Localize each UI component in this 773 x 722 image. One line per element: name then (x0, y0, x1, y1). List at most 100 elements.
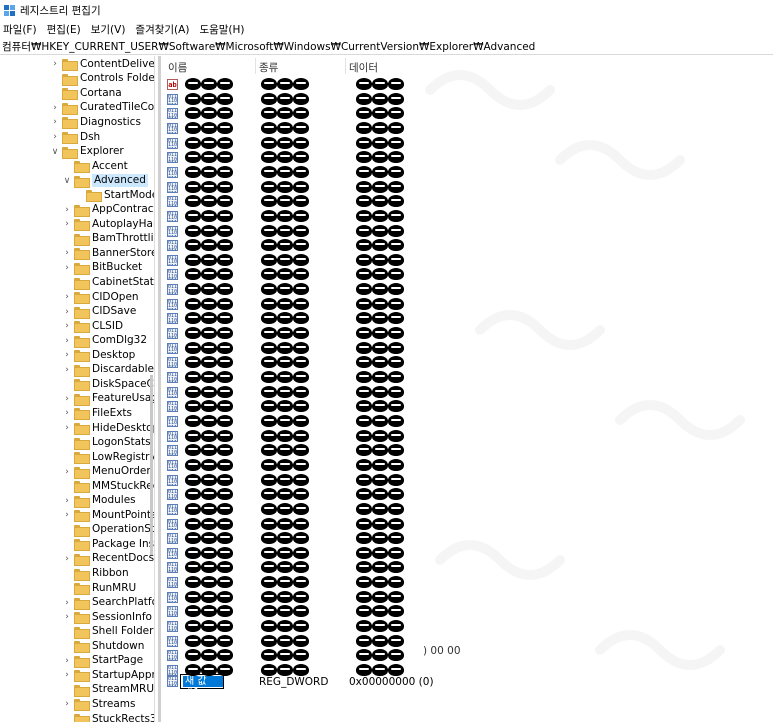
column-divider[interactable] (255, 58, 256, 74)
chevron-right-icon[interactable]: › (62, 612, 72, 622)
chevron-right-icon[interactable]: › (62, 554, 72, 564)
chevron-right-icon[interactable]: › (62, 205, 72, 215)
table-row[interactable]: 011110011 (163, 444, 463, 458)
table-row[interactable]: 011110011 (163, 664, 463, 678)
chevron-right-icon[interactable]: › (50, 132, 60, 142)
tree-item[interactable]: › Streams (62, 697, 135, 712)
table-row[interactable]: 011110011 (163, 165, 463, 180)
table-row[interactable]: 011110011 (163, 92, 463, 107)
table-row[interactable]: 011110011 (163, 224, 463, 239)
chevron-right-icon[interactable]: › (62, 467, 72, 477)
table-row[interactable]: 011110011 (163, 488, 463, 502)
tree-item[interactable]: Controls Folder ( (50, 72, 154, 87)
tree-item[interactable]: › MountPoints2 (62, 508, 154, 523)
table-row[interactable]: 011110011 (163, 385, 463, 400)
menu-view[interactable]: 보기(V) (91, 22, 126, 37)
chevron-right-icon[interactable]: › (62, 219, 72, 229)
tree-item[interactable]: Cortana (50, 86, 122, 101)
table-row[interactable]: 011110011 (163, 561, 463, 575)
table-row[interactable]: 011110011 (163, 532, 463, 546)
table-row[interactable]: 011110011 (163, 239, 463, 253)
tree-item[interactable]: › RecentDocs (62, 552, 154, 567)
table-row[interactable]: 011110011 (163, 458, 463, 473)
chevron-right-icon[interactable]: › (62, 248, 72, 258)
tree-item[interactable]: › CIDOpen (62, 290, 139, 305)
tree-item[interactable]: › SearchPlatforr (62, 595, 154, 610)
table-row[interactable]: 011110011 (163, 341, 463, 356)
tree-item[interactable]: LowRegistry (62, 450, 154, 465)
table-row[interactable]: ab (163, 78, 463, 92)
key-tree[interactable]: › ContentDeliveryM Controls Folder (Cortan… (0, 56, 155, 722)
tree-item[interactable]: DiskSpaceChe (62, 377, 154, 392)
chevron-right-icon[interactable]: › (62, 408, 72, 418)
table-row[interactable]: 011110011 (163, 297, 463, 312)
chevron-right-icon[interactable]: › (62, 496, 72, 506)
tree-item[interactable]: StartMode (74, 188, 154, 203)
menu-help[interactable]: 도움말(H) (199, 22, 244, 37)
menu-file[interactable]: 파일(F) (3, 22, 37, 37)
table-row[interactable]: 011110011 (163, 576, 463, 590)
chevron-down-icon[interactable]: ∨ (62, 176, 72, 186)
tree-item[interactable]: RunMRU (62, 581, 136, 596)
chevron-right-icon[interactable]: › (50, 103, 60, 113)
tree-item[interactable]: › FileExts (62, 406, 132, 421)
chevron-right-icon[interactable]: › (62, 423, 72, 433)
tree-item[interactable]: › Desktop (62, 348, 135, 363)
tree-item[interactable]: BamThrottling (62, 232, 154, 247)
table-row[interactable]: 011110011 (163, 209, 463, 224)
tree-item[interactable]: › SessionInfo (62, 610, 152, 625)
tree-item[interactable]: Shell Folders (62, 624, 154, 639)
table-row[interactable]: 011110011 (163, 283, 463, 297)
tree-item[interactable]: › CLSID (62, 319, 123, 334)
value-list[interactable]: 이름 종류 데이터 ) 00 00 011110011 새 값 #1 REG_D… (163, 56, 773, 722)
table-row[interactable]: 011110011 (163, 502, 463, 517)
chevron-right-icon[interactable]: › (62, 336, 72, 346)
tree-item[interactable]: › BitBucket (62, 261, 142, 276)
table-row[interactable]: 011110011 (163, 429, 463, 444)
chevron-right-icon[interactable]: › (62, 394, 72, 404)
tree-item[interactable]: Shutdown (62, 639, 144, 654)
tree-item[interactable]: StreamMRU (62, 683, 154, 698)
table-row[interactable]: 011110011 (163, 590, 463, 605)
tree-item[interactable]: › StartupAppro (62, 668, 154, 683)
tree-item[interactable]: LogonStats (62, 435, 151, 450)
column-header-type[interactable]: 종류 (259, 60, 278, 75)
table-row[interactable]: 011110011 (163, 312, 463, 326)
column-divider[interactable] (345, 58, 346, 74)
table-row[interactable]: 011110011 (163, 107, 463, 121)
address-bar[interactable]: 컴퓨터₩HKEY_CURRENT_USER₩Software₩Microsoft… (0, 38, 773, 55)
tree-item[interactable]: › FeatureUsage (62, 392, 154, 407)
chevron-right-icon[interactable]: › (50, 117, 60, 127)
tree-item[interactable]: › HideDesktopI (62, 421, 154, 436)
chevron-right-icon[interactable]: › (62, 699, 72, 709)
tree-item[interactable]: › Diagnostics (50, 115, 141, 130)
table-row[interactable]: 011110011 (163, 327, 463, 341)
tree-item[interactable]: › Modules (62, 494, 136, 509)
table-row[interactable]: 011110011 (163, 400, 463, 414)
chevron-right-icon[interactable]: › (50, 59, 60, 69)
pane-splitter[interactable] (158, 56, 161, 722)
table-row[interactable]: 011110011 (163, 136, 463, 151)
table-row[interactable]: 011110011 (163, 253, 463, 268)
table-row[interactable]: 011110011 (163, 620, 463, 634)
chevron-down-icon[interactable]: ∨ (50, 147, 60, 157)
tree-item[interactable]: › StartPage (62, 654, 143, 669)
tree-item[interactable]: › Discardable (62, 363, 154, 378)
column-header-data[interactable]: 데이터 (349, 60, 378, 75)
tree-scrollbar-thumb[interactable] (150, 375, 153, 555)
chevron-right-icon[interactable]: › (62, 263, 72, 273)
tree-item[interactable]: › Dsh (50, 130, 100, 145)
tree-item[interactable]: ∨ Explorer (50, 144, 124, 159)
tree-item[interactable]: OperationStat (62, 523, 154, 538)
table-row[interactable]: 011110011 (163, 649, 463, 663)
tree-item[interactable]: Ribbon (62, 566, 129, 581)
chevron-right-icon[interactable]: › (62, 350, 72, 360)
chevron-right-icon[interactable]: › (62, 598, 72, 608)
table-row[interactable]: 011110011 (163, 151, 463, 165)
tree-item[interactable]: Package Insta (62, 537, 154, 552)
table-row[interactable]: 011110011 (163, 180, 463, 195)
table-row[interactable]: 011110011 (163, 371, 463, 385)
table-row[interactable]: 011110011 (163, 414, 463, 429)
chevron-right-icon[interactable]: › (62, 365, 72, 375)
tree-item[interactable]: › MenuOrder (62, 464, 151, 479)
